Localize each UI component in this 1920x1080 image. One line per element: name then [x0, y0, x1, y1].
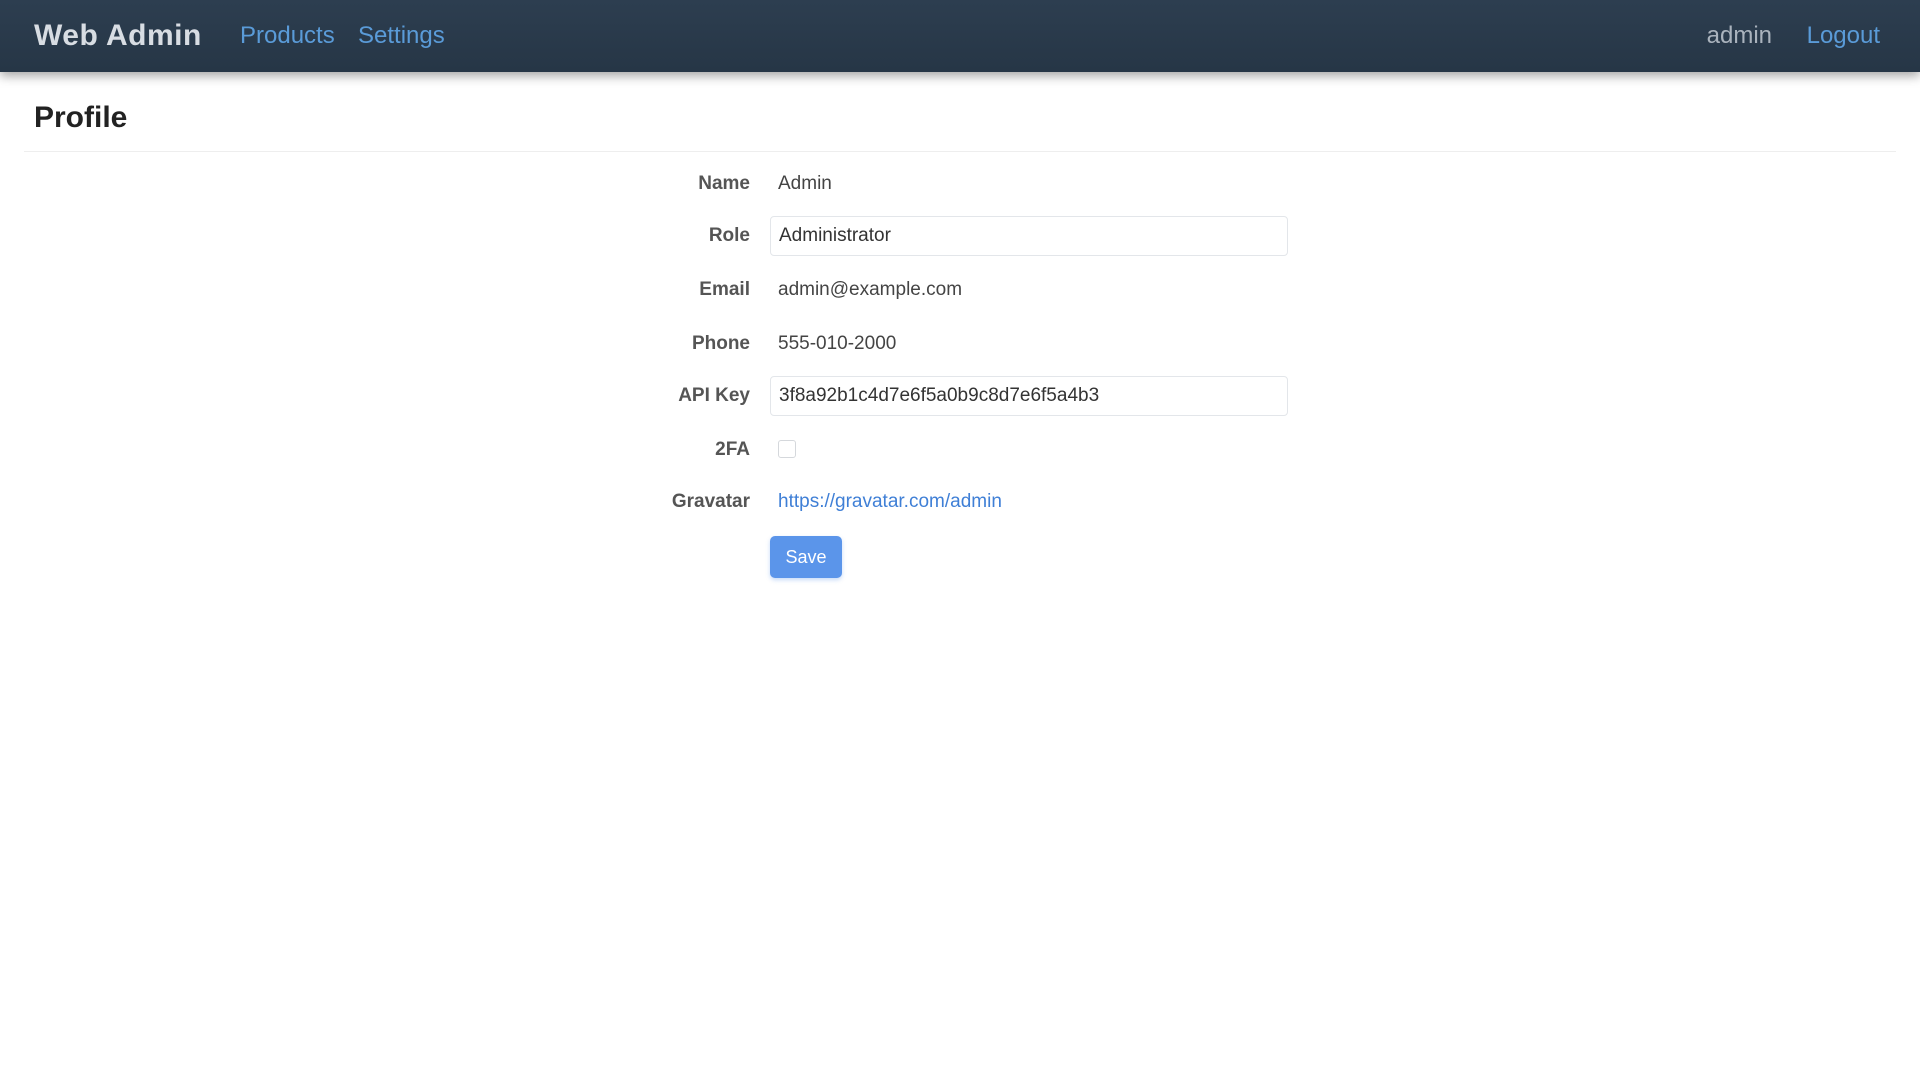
nav-link-settings[interactable]: Settings [358, 22, 445, 50]
form-row-gravatar: Gravatar https://gravatar.com/admin [0, 476, 1920, 528]
field-label-api-key: API Key [678, 385, 750, 406]
form-row-2fa: 2FA [0, 424, 1920, 476]
form-row-email: Email admin@example.com [0, 264, 1920, 316]
save-button[interactable]: Save [770, 536, 842, 578]
field-label-phone: Phone [691, 333, 750, 354]
top-navbar: Web Admin Products Settings admin Logout [0, 0, 1920, 72]
field-label-gravatar: Gravatar [671, 491, 750, 512]
page-header: Profile [24, 96, 1896, 152]
field-value-email: admin@example.com [778, 279, 963, 300]
field-label-name: Name [698, 173, 750, 194]
role-input[interactable] [771, 217, 1287, 255]
form-row-api-key: API Key [0, 370, 1920, 422]
field-value-name: Admin [778, 173, 832, 194]
field-label-role: Role [708, 225, 750, 246]
form-row-name: Name Admin [0, 158, 1920, 210]
form-row-role: Role [0, 210, 1920, 262]
page-title: Profile [34, 101, 128, 134]
field-label-email: Email [699, 279, 750, 300]
form-row-phone: Phone 555-010-2000 [0, 318, 1920, 370]
brand-logo[interactable]: Web Admin [34, 20, 202, 52]
nav-link-products[interactable]: Products [240, 22, 335, 50]
logout-link[interactable]: Logout [1807, 22, 1880, 50]
api-key-field-box [770, 376, 1288, 416]
field-value-phone: 555-010-2000 [778, 333, 897, 354]
role-field-box [770, 216, 1288, 256]
current-user-name: admin [1706, 22, 1772, 49]
field-label-2fa: 2FA [715, 439, 750, 460]
api-key-input[interactable] [771, 377, 1287, 415]
gravatar-link[interactable]: https://gravatar.com/admin [778, 490, 1002, 514]
2fa-checkbox[interactable] [778, 440, 796, 458]
